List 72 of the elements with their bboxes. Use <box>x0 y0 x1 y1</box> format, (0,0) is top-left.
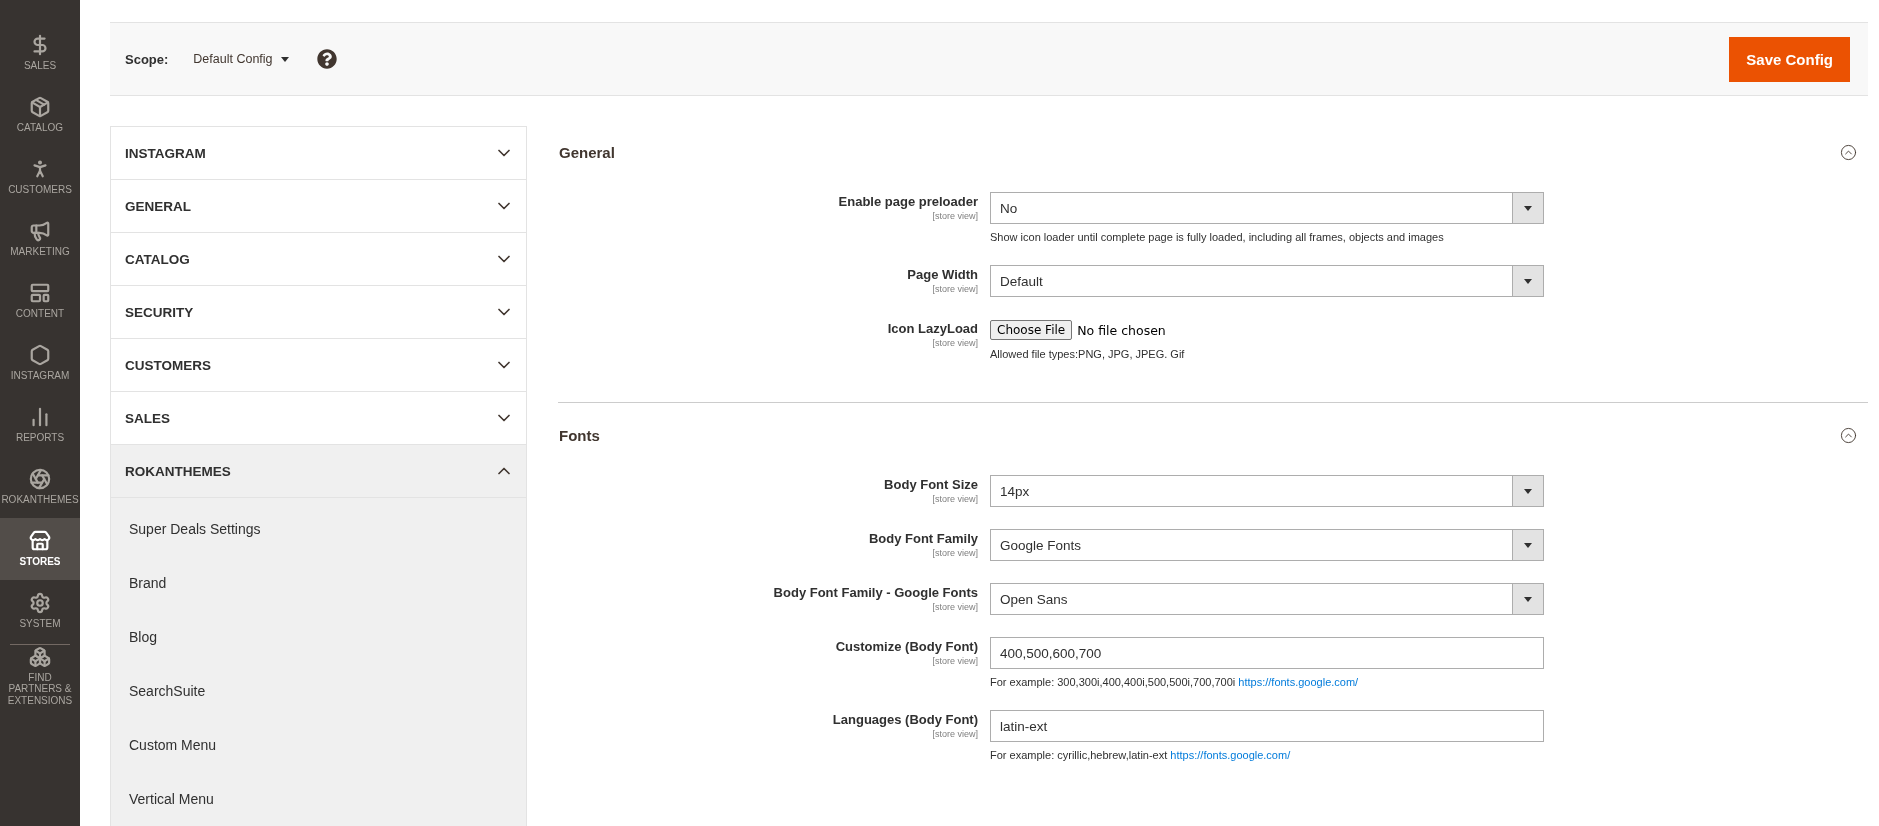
collapse-icon[interactable] <box>1840 143 1857 161</box>
caret-icon <box>1524 488 1532 494</box>
nav-item[interactable]: CATALOG <box>0 84 80 146</box>
nav-item[interactable]: MARKETING <box>0 208 80 270</box>
layout-icon <box>29 282 51 305</box>
save-config-button[interactable]: Save Config <box>1729 36 1850 82</box>
scope-note: [store view] <box>931 211 978 221</box>
select-field[interactable]: No <box>990 192 1544 224</box>
box-icon <box>29 96 51 119</box>
nav-item[interactable]: SALES <box>0 22 80 84</box>
select-field[interactable]: Open Sans <box>990 583 1544 615</box>
hexagon-icon <box>29 344 51 367</box>
section-title: General <box>558 143 615 161</box>
nav-item[interactable]: CUSTOMERS <box>0 146 80 208</box>
caret-icon <box>280 56 289 62</box>
scope-note: [store view] <box>931 338 978 348</box>
megaphone-icon <box>29 220 51 243</box>
emblem-icon <box>29 468 51 491</box>
field-note: Allowed file types:PNG, JPG, JPEG. Gif <box>990 348 1186 360</box>
select-field[interactable]: Google Fonts <box>990 529 1544 561</box>
scope-note: [store view] <box>931 729 978 739</box>
config-subtab[interactable]: Super Deals Settings <box>111 502 526 556</box>
config-subtab[interactable]: SearchSuite <box>111 664 526 718</box>
scope-note: [store view] <box>931 494 978 504</box>
field-label: Page Width <box>906 267 978 282</box>
nav-item[interactable]: CONTENT <box>0 270 80 332</box>
field-note: Show icon loader until complete page is fully loaded, including all frames, objects and images <box>990 231 1445 243</box>
caret-icon <box>1524 596 1532 602</box>
caret-icon <box>1524 205 1532 211</box>
scope-note: [store view] <box>931 602 978 612</box>
blocks-icon <box>29 645 51 668</box>
settings-icon <box>29 592 51 615</box>
nav-item[interactable]: ROKANTHEMES <box>0 456 80 518</box>
field-label: Customize (Body Font) <box>834 639 978 654</box>
scope-note: [store view] <box>931 284 978 294</box>
file-status: No file chosen <box>1077 322 1166 338</box>
config-subtab[interactable]: Vertical Menu <box>111 772 526 826</box>
section-title: Fonts <box>558 426 600 444</box>
config-subtab[interactable]: Custom Menu <box>111 718 526 772</box>
field-label: Languages (Body Font) <box>831 712 978 727</box>
bar-chart-icon <box>29 406 51 429</box>
config-subtab[interactable]: Brand <box>111 556 526 610</box>
nav-item[interactable]: REPORTS <box>0 394 80 456</box>
nav-item[interactable]: FIND PARTNERS & EXTENSIONS <box>0 645 80 707</box>
store-icon <box>29 530 51 553</box>
input-field[interactable]: 400,500,600,700 <box>990 637 1544 669</box>
nav-item[interactable]: INSTAGRAM <box>0 332 80 394</box>
choose-file-button[interactable]: Choose File <box>990 320 1073 340</box>
scope-note: [store view] <box>931 656 978 666</box>
config-tab[interactable]: ROKANTHEMES <box>111 445 526 498</box>
field-label: Icon LazyLoad <box>886 321 978 336</box>
field-label: Enable page preloader <box>837 194 978 209</box>
field-label: Body Font Size <box>883 477 978 492</box>
caret-icon <box>1524 278 1532 284</box>
scope-note: [store view] <box>931 548 978 558</box>
scope-label: Scope: <box>125 51 169 67</box>
scope-dropdown[interactable]: Default Config <box>193 52 289 66</box>
collapse-icon[interactable] <box>1840 426 1857 444</box>
help-icon[interactable] <box>316 49 337 69</box>
field-note: For example: cyrillic,hebrew,latin-ext https://fonts.google.com/ <box>990 749 1292 761</box>
fonts-link[interactable]: https://fonts.google.com/ <box>1170 749 1291 761</box>
field-note: For example: 300,300i,400,400i,500,500i,700,700i https://fonts.google.com/ <box>990 676 1360 688</box>
nav-item[interactable]: SYSTEM <box>0 580 80 642</box>
field-label: Body Font Family - Google Fonts <box>772 585 978 600</box>
nav-item[interactable]: STORES <box>0 518 80 580</box>
input-field[interactable]: latin-ext <box>990 710 1544 742</box>
fonts-link[interactable]: https://fonts.google.com/ <box>1238 676 1359 688</box>
select-field[interactable]: 14px <box>990 475 1544 507</box>
select-field[interactable]: Default <box>990 265 1544 297</box>
field-label: Body Font Family <box>867 531 978 546</box>
config-subtab[interactable]: Blog <box>111 610 526 664</box>
caret-icon <box>1524 542 1532 548</box>
